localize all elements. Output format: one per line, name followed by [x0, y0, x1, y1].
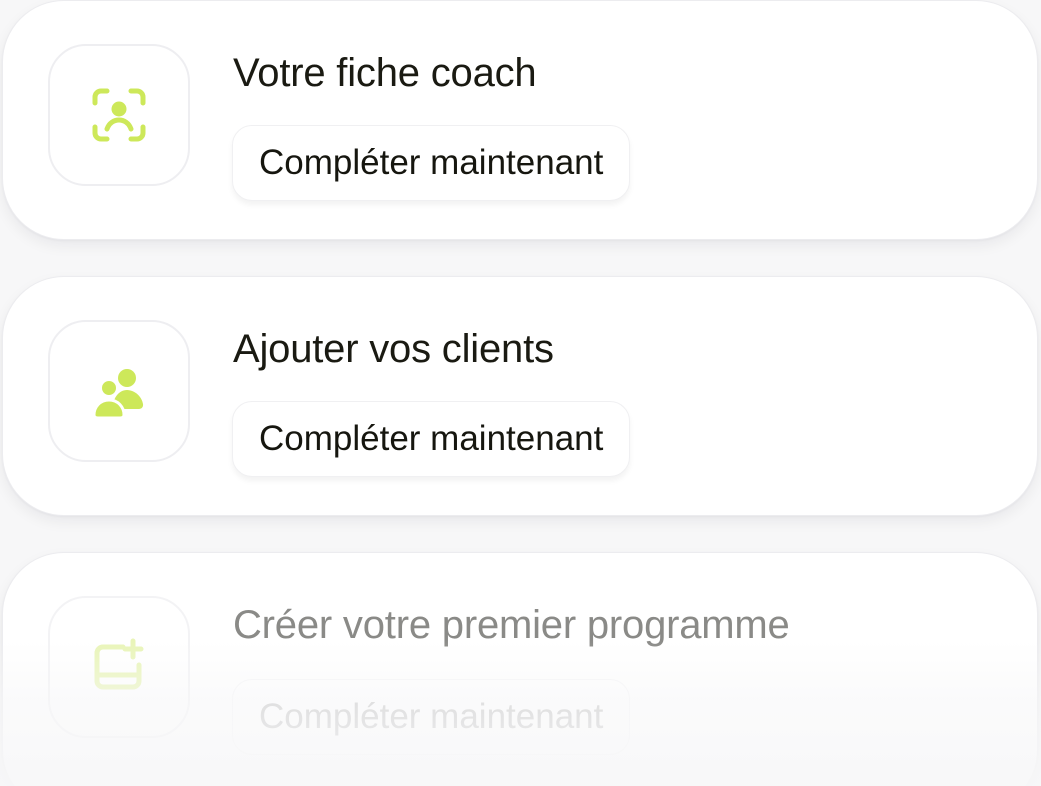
onboarding-checklist: Votre fiche coach Compléter maintenant A… — [0, 0, 1041, 786]
complete-now-button[interactable]: Compléter maintenant — [232, 125, 631, 201]
checklist-card-coach-profile: Votre fiche coach Compléter maintenant — [2, 0, 1038, 240]
icon-tile — [48, 596, 190, 738]
icon-tile — [48, 320, 190, 462]
face-scan-icon — [92, 88, 146, 142]
add-program-icon — [94, 638, 144, 690]
checklist-card-first-program: Créer votre premier programme Compléter … — [2, 552, 1038, 786]
complete-now-button[interactable]: Compléter maintenant — [232, 679, 631, 755]
card-title: Votre fiche coach — [233, 51, 537, 95]
icon-tile — [48, 44, 190, 186]
users-icon — [92, 369, 144, 420]
checklist-card-add-clients: Ajouter vos clients Compléter maintenant — [2, 276, 1038, 516]
card-title: Ajouter vos clients — [233, 327, 554, 371]
complete-now-button[interactable]: Compléter maintenant — [232, 401, 631, 477]
card-title: Créer votre premier programme — [233, 603, 790, 647]
